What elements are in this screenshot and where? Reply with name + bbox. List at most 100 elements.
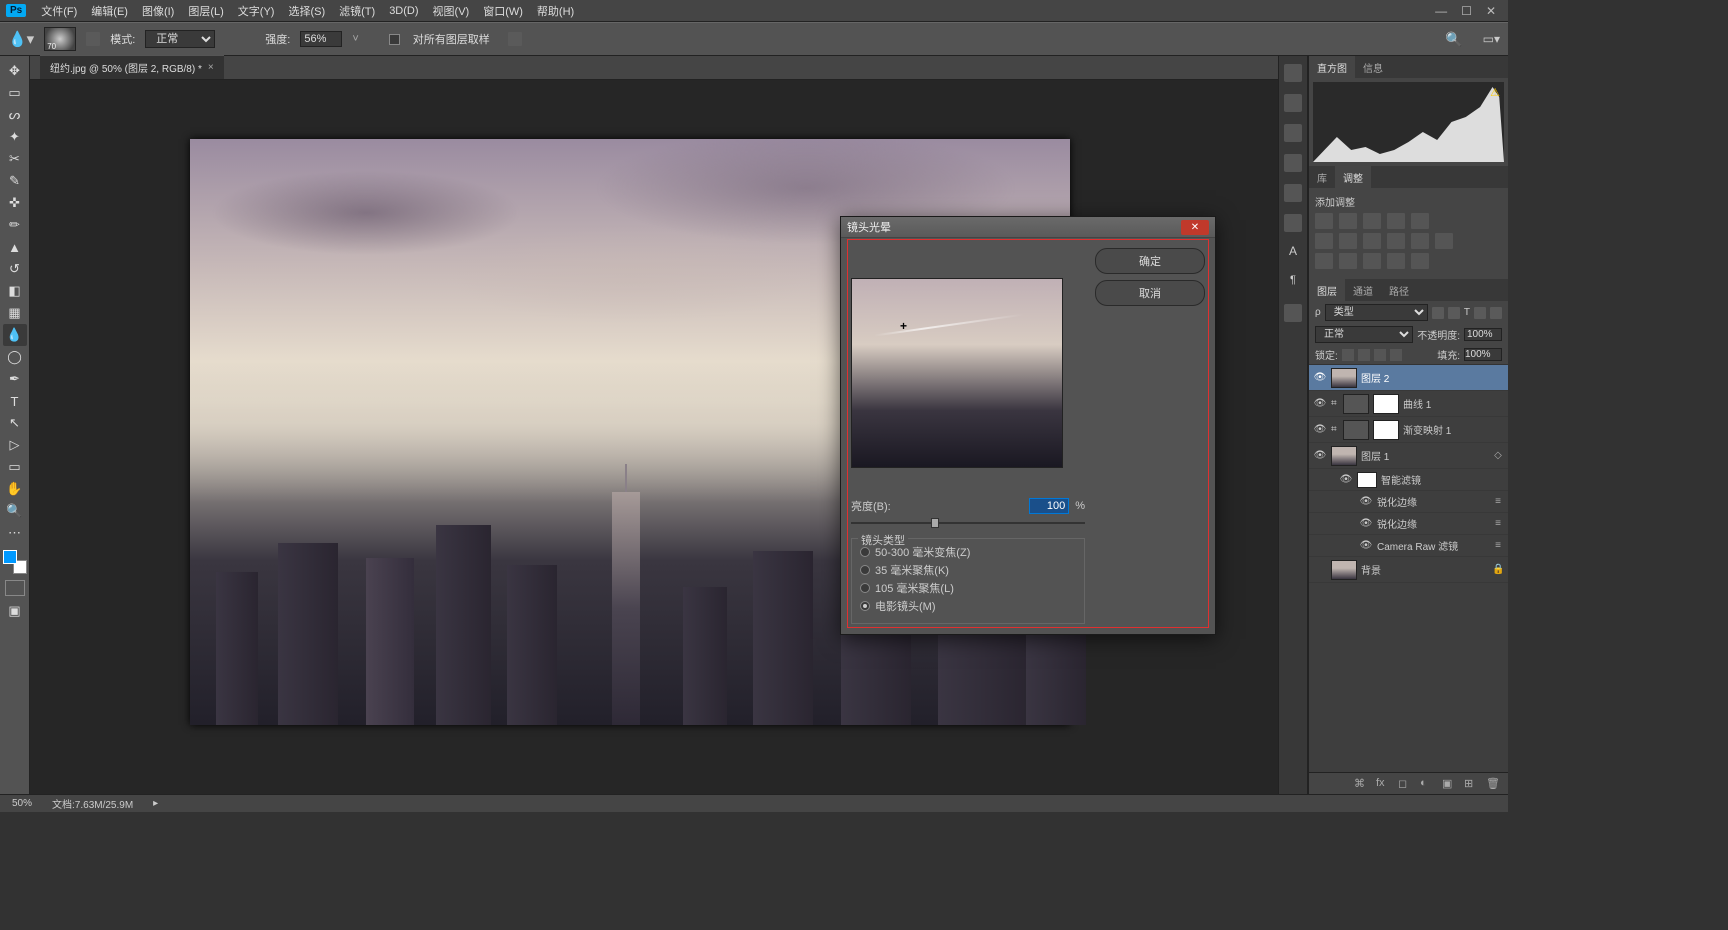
- layer-row[interactable]: 👁 ⌗ 曲线 1: [1309, 391, 1508, 417]
- layer-mask-icon[interactable]: ◻: [1398, 777, 1412, 791]
- dialog-titlebar[interactable]: 镜头光晕 ✕: [841, 217, 1215, 238]
- tab-histogram[interactable]: 直方图: [1309, 56, 1355, 78]
- dock-character-icon[interactable]: A: [1284, 244, 1302, 262]
- close-icon[interactable]: ✕: [1486, 4, 1496, 18]
- type-tool[interactable]: T: [3, 390, 27, 412]
- adj-vibrance-icon[interactable]: [1411, 213, 1429, 229]
- visibility-icon[interactable]: 👁: [1359, 496, 1373, 507]
- search-icon[interactable]: 🔍: [1445, 31, 1462, 48]
- layer-row[interactable]: 👁 Camera Raw 滤镜 ≡: [1309, 535, 1508, 557]
- blur-tool[interactable]: 💧: [3, 324, 27, 346]
- layer-thumbnail[interactable]: [1331, 446, 1357, 466]
- filter-shape-icon[interactable]: [1474, 307, 1486, 319]
- visibility-icon[interactable]: 👁: [1339, 474, 1353, 485]
- tab-adjustments[interactable]: 调整: [1335, 166, 1371, 188]
- zoom-level[interactable]: 50%: [12, 798, 32, 809]
- layer-thumbnail[interactable]: [1331, 368, 1357, 388]
- zoom-tool[interactable]: 🔍: [3, 500, 27, 522]
- pen-tool[interactable]: ✒: [3, 368, 27, 390]
- tab-info[interactable]: 信息: [1355, 56, 1391, 78]
- tab-paths[interactable]: 路径: [1381, 279, 1417, 301]
- tab-layers[interactable]: 图层: [1309, 279, 1345, 301]
- edit-toolbar[interactable]: ⋯: [3, 522, 27, 544]
- layer-blend-select[interactable]: 正常: [1315, 326, 1413, 343]
- adj-bw-icon[interactable]: [1363, 233, 1381, 249]
- cancel-button[interactable]: 取消: [1095, 280, 1205, 306]
- adj-selectivecolor-icon[interactable]: [1411, 253, 1429, 269]
- dock-3d-icon[interactable]: [1284, 304, 1302, 322]
- layer-row[interactable]: 👁 图层 2: [1309, 365, 1508, 391]
- visibility-icon[interactable]: 👁: [1359, 518, 1373, 529]
- adj-colorbalance-icon[interactable]: [1339, 233, 1357, 249]
- dock-actions-icon[interactable]: [1284, 94, 1302, 112]
- layer-name[interactable]: 曲线 1: [1403, 396, 1504, 411]
- adj-exposure-icon[interactable]: [1387, 213, 1405, 229]
- dialog-close-icon[interactable]: ✕: [1181, 220, 1209, 235]
- brush-preview[interactable]: [44, 27, 76, 51]
- layer-name[interactable]: 渐变映射 1: [1403, 422, 1504, 437]
- brightness-input[interactable]: [1029, 498, 1069, 514]
- dialog-preview[interactable]: +: [851, 278, 1063, 468]
- stamp-tool[interactable]: ▲: [3, 236, 27, 258]
- menu-edit[interactable]: 编辑(E): [84, 3, 135, 19]
- filter-pixel-icon[interactable]: [1432, 307, 1444, 319]
- adj-invert-icon[interactable]: [1315, 253, 1333, 269]
- layer-filter-select[interactable]: 类型: [1325, 304, 1428, 321]
- sample-all-checkbox[interactable]: [389, 34, 400, 45]
- adj-levels-icon[interactable]: [1339, 213, 1357, 229]
- adj-curves-icon[interactable]: [1363, 213, 1381, 229]
- pressure-icon[interactable]: [508, 32, 522, 46]
- history-brush-tool[interactable]: ↺: [3, 258, 27, 280]
- visibility-icon[interactable]: 👁: [1313, 424, 1327, 435]
- shape-tool[interactable]: ▭: [3, 456, 27, 478]
- menu-select[interactable]: 选择(S): [281, 3, 332, 19]
- adj-threshold-icon[interactable]: [1363, 253, 1381, 269]
- dock-history-icon[interactable]: [1284, 64, 1302, 82]
- layer-name[interactable]: Camera Raw 滤镜: [1377, 538, 1488, 553]
- maximize-icon[interactable]: ☐: [1461, 4, 1472, 18]
- layer-row[interactable]: 👁 ⌗ 渐变映射 1: [1309, 417, 1508, 443]
- mask-thumbnail[interactable]: [1373, 420, 1399, 440]
- adj-posterize-icon[interactable]: [1339, 253, 1357, 269]
- foreground-color[interactable]: [3, 550, 17, 564]
- mask-thumbnail[interactable]: [1373, 394, 1399, 414]
- menu-file[interactable]: 文件(F): [34, 3, 84, 19]
- menu-layer[interactable]: 图层(L): [181, 3, 230, 19]
- dock-brushsettings-icon[interactable]: [1284, 184, 1302, 202]
- document-tab[interactable]: 纽约.jpg @ 50% (图层 2, RGB/8) * ×: [40, 55, 224, 79]
- marquee-tool[interactable]: ▭: [3, 82, 27, 104]
- new-layer-icon[interactable]: ⊞: [1464, 777, 1478, 791]
- dodge-tool[interactable]: ◯: [3, 346, 27, 368]
- layer-name[interactable]: 背景: [1361, 562, 1488, 577]
- layer-row[interactable]: 👁 锐化边缘 ≡: [1309, 491, 1508, 513]
- workspace-icon[interactable]: ▭▾: [1483, 32, 1500, 46]
- brush-tool[interactable]: ✏: [3, 214, 27, 236]
- menu-image[interactable]: 图像(I): [135, 3, 181, 19]
- histogram-warning-icon[interactable]: ⚠: [1490, 86, 1500, 99]
- menu-filter[interactable]: 滤镜(T): [332, 3, 382, 19]
- adj-photofilter-icon[interactable]: [1387, 233, 1405, 249]
- color-swatches[interactable]: [3, 550, 27, 574]
- menu-3d[interactable]: 3D(D): [382, 5, 425, 17]
- dock-paragraph-icon[interactable]: ¶: [1284, 274, 1302, 292]
- lock-pixels-icon[interactable]: [1342, 349, 1354, 361]
- hand-tool[interactable]: ✋: [3, 478, 27, 500]
- tab-libraries[interactable]: 库: [1309, 166, 1335, 188]
- menu-view[interactable]: 视图(V): [426, 3, 477, 19]
- visibility-icon[interactable]: 👁: [1359, 540, 1373, 551]
- filter-options-icon[interactable]: ≡: [1492, 496, 1504, 507]
- fill-input[interactable]: [1464, 348, 1502, 361]
- doc-info-chevron-icon[interactable]: ▸: [153, 798, 158, 809]
- crop-tool[interactable]: ✂: [3, 148, 27, 170]
- direct-select-tool[interactable]: ▷: [3, 434, 27, 456]
- adj-hue-icon[interactable]: [1315, 233, 1333, 249]
- layer-row[interactable]: 背景 🔒: [1309, 557, 1508, 583]
- screen-mode-icon[interactable]: ▣: [3, 600, 27, 622]
- filter-options-icon[interactable]: ≡: [1492, 540, 1504, 551]
- adj-channelmixer-icon[interactable]: [1411, 233, 1429, 249]
- new-adjustment-icon[interactable]: ◐: [1420, 777, 1434, 791]
- opacity-input[interactable]: [1464, 328, 1502, 341]
- layer-thumbnail[interactable]: [1331, 560, 1357, 580]
- quick-select-tool[interactable]: ✦: [3, 126, 27, 148]
- brightness-slider[interactable]: [851, 516, 1085, 530]
